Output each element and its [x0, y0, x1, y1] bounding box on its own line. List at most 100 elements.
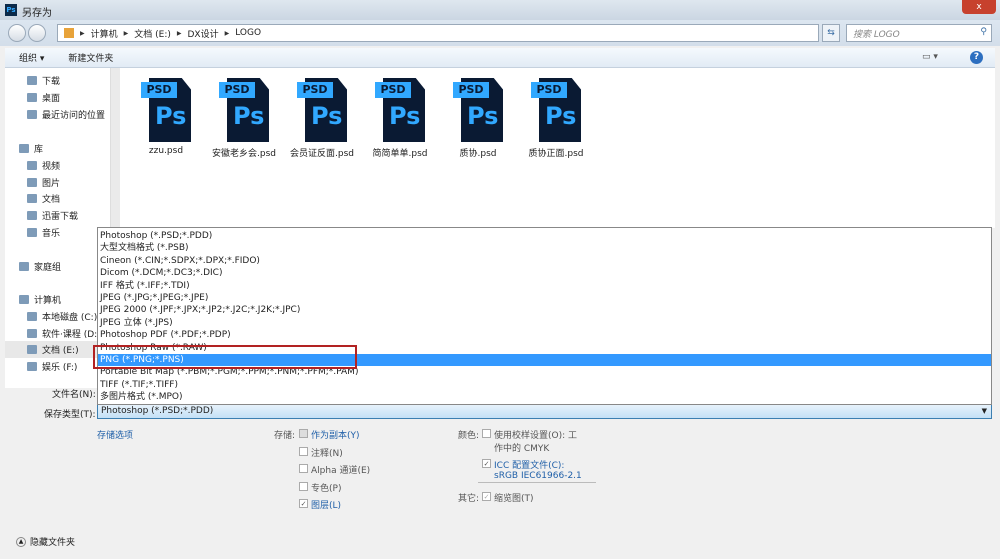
- spot-checkbox[interactable]: 专色(P): [299, 481, 341, 494]
- icc-profile-checkbox[interactable]: ✓ ICC 配置文件(C): sRGB IEC61966-2.1: [482, 458, 582, 481]
- help-button[interactable]: ?: [970, 51, 983, 64]
- window-title: 另存为: [22, 8, 52, 19]
- dropdown-option[interactable]: 多图片格式 (*.MPO): [98, 391, 991, 403]
- sidebar-item-thunder[interactable]: 迅雷下载: [27, 209, 78, 222]
- dropdown-option[interactable]: 大型文档格式 (*.PSB): [98, 242, 991, 254]
- sidebar-item-desktop[interactable]: 桌面: [27, 91, 60, 104]
- new-folder-button[interactable]: 新建文件夹: [68, 51, 113, 64]
- title-bar: [0, 0, 1000, 20]
- dropdown-option[interactable]: JPEG 2000 (*.JPF;*.JPX;*.JP2;*.J2C;*.J2K…: [98, 304, 991, 316]
- sidebar-item-downloads[interactable]: 下载: [27, 74, 60, 87]
- sidebar-item-label: 文档 (E:): [42, 346, 79, 356]
- refresh-button[interactable]: ⇆: [822, 24, 840, 42]
- thumbnail-checkbox[interactable]: ✓ 缩览图(T): [482, 491, 534, 504]
- sidebar-item-drive-d[interactable]: 软件·课程 (D:): [27, 327, 101, 340]
- sidebar: 下载 桌面 最近访问的位置 库 视频 图片 文档 迅雷下载 音乐 家庭组 计算机…: [5, 68, 111, 388]
- drive-icon: [27, 345, 37, 354]
- sidebar-item-label: 桌面: [42, 94, 61, 104]
- dropdown-option[interactable]: JPEG (*.JPG;*.JPEG;*.JPE): [98, 292, 991, 304]
- sidebar-item-documents[interactable]: 文档: [27, 192, 60, 205]
- file-item[interactable]: PSD Ps 简简单单.psd: [360, 78, 440, 159]
- sidebar-item-label: 本地磁盘 (C:): [42, 313, 98, 323]
- photoshop-app-icon: Ps: [5, 4, 17, 16]
- dropdown-option[interactable]: TIFF (*.TIF;*.TIFF): [98, 379, 991, 391]
- breadcrumb-computer[interactable]: 计算机: [91, 27, 118, 40]
- drive-icon: [27, 312, 37, 321]
- file-item[interactable]: PSD Ps 安徽老乡会.psd: [204, 78, 284, 159]
- search-input[interactable]: 搜索 LOGO ⚲: [846, 24, 992, 42]
- sidebar-scrollbar[interactable]: [110, 68, 120, 228]
- search-placeholder: 搜索 LOGO: [853, 30, 900, 40]
- sidebar-item-drive-c[interactable]: 本地磁盘 (C:): [27, 310, 97, 323]
- sidebar-item-label: 软件·课程 (D:): [42, 330, 101, 340]
- chevron-right-icon: ▶: [123, 29, 129, 37]
- library-icon: [19, 144, 29, 153]
- sidebar-item-label: 计算机: [34, 296, 62, 306]
- file-item[interactable]: PSD Ps 会员证反面.psd: [282, 78, 362, 159]
- sidebar-item-recent[interactable]: 最近访问的位置: [27, 108, 105, 121]
- hide-folders-button[interactable]: ▲ 隐藏文件夹: [16, 535, 75, 548]
- view-options-button[interactable]: ▭ ▾: [922, 52, 938, 62]
- computer-icon: [19, 295, 29, 304]
- save-type-value: Photoshop (*.PSD;*.PDD): [101, 406, 214, 416]
- sidebar-item-label: 下载: [42, 77, 61, 87]
- sidebar-item-label: 最近访问的位置: [42, 111, 106, 121]
- file-name: zzu.psd: [148, 146, 184, 156]
- file-item[interactable]: PSD Ps 质协.psd: [438, 78, 518, 159]
- sidebar-item-videos[interactable]: 视频: [27, 159, 60, 172]
- psd-file-icon: PSD Ps: [219, 78, 269, 142]
- sidebar-item-pictures[interactable]: 图片: [27, 176, 60, 189]
- breadcrumb-logo[interactable]: LOGO: [235, 28, 261, 38]
- sidebar-item-label: 库: [34, 145, 44, 155]
- hide-folders-label: 隐藏文件夹: [30, 538, 76, 548]
- back-button[interactable]: [8, 24, 26, 42]
- drive-icon: [27, 329, 37, 338]
- chevron-right-icon: ▶: [224, 29, 230, 37]
- dropdown-option[interactable]: Photoshop (*.PSD;*.PDD): [98, 230, 991, 242]
- layers-checkbox[interactable]: ✓ 图层(L): [299, 498, 341, 511]
- save-options-link[interactable]: 存储选项: [97, 428, 133, 441]
- sidebar-item-homegroup[interactable]: 家庭组: [19, 260, 61, 273]
- sidebar-item-libraries[interactable]: 库: [19, 142, 43, 155]
- homegroup-icon: [19, 262, 29, 271]
- alpha-checkbox[interactable]: Alpha 通道(E): [299, 463, 370, 476]
- sidebar-item-label: 迅雷下载: [42, 212, 79, 222]
- chevron-right-icon: ▶: [80, 29, 85, 37]
- notes-checkbox[interactable]: 注释(N): [299, 446, 343, 459]
- other-label: 其它:: [458, 494, 480, 504]
- save-type-dropdown-list: Photoshop (*.PSD;*.PDD) 大型文档格式 (*.PSB) Cin…: [97, 227, 992, 405]
- file-item[interactable]: PSD Ps 质协正面.psd: [516, 78, 596, 159]
- folder-icon: [64, 28, 74, 38]
- storage-label: 存储:: [274, 431, 296, 441]
- sidebar-item-label: 视频: [42, 162, 61, 172]
- close-button[interactable]: x: [962, 0, 996, 14]
- pictures-icon: [27, 178, 37, 187]
- sidebar-item-music[interactable]: 音乐: [27, 226, 60, 239]
- breadcrumb-dx[interactable]: DX设计: [188, 27, 219, 40]
- drive-icon: [27, 362, 37, 371]
- sidebar-item-computer[interactable]: 计算机: [19, 293, 61, 306]
- chevron-right-icon: ▶: [176, 29, 182, 37]
- as-copy-checkbox[interactable]: 作为副本(Y): [299, 428, 360, 441]
- dropdown-option[interactable]: Photoshop PDF (*.PDF;*.PDP): [98, 329, 991, 341]
- file-item[interactable]: PSD Ps zzu.psd: [126, 78, 206, 156]
- organize-button[interactable]: 组织 ▾: [19, 51, 44, 64]
- proof-setup-checkbox[interactable]: 使用校样设置(O): 工作中的 CMYK: [482, 428, 582, 454]
- dropdown-option[interactable]: IFF 格式 (*.IFF;*.TDI): [98, 280, 991, 292]
- dropdown-option[interactable]: JPEG 立体 (*.JPS): [98, 317, 991, 329]
- toolbar: 组织 ▾ 新建文件夹: [5, 48, 995, 68]
- sidebar-item-label: 图片: [42, 179, 61, 189]
- highlight-annotation-box: [93, 345, 357, 369]
- forward-button[interactable]: [28, 24, 46, 42]
- documents-icon: [27, 194, 37, 203]
- breadcrumb-drive-e[interactable]: 文档 (E:): [134, 27, 171, 40]
- save-type-select[interactable]: Photoshop (*.PSD;*.PDD) ▼: [97, 404, 992, 419]
- address-bar[interactable]: ▶ 计算机 ▶ 文档 (E:) ▶ DX设计 ▶ LOGO: [57, 24, 819, 42]
- downloads-icon: [27, 76, 37, 85]
- dropdown-option[interactable]: Dicom (*.DCM;*.DC3;*.DIC): [98, 267, 991, 279]
- sidebar-item-drive-f[interactable]: 娱乐 (F:): [27, 360, 77, 373]
- psd-file-icon: PSD Ps: [375, 78, 425, 142]
- sidebar-item-label: 家庭组: [34, 263, 62, 273]
- file-name: 质协.psd: [459, 149, 497, 159]
- dropdown-option[interactable]: Cineon (*.CIN;*.SDPX;*.DPX;*.FIDO): [98, 255, 991, 267]
